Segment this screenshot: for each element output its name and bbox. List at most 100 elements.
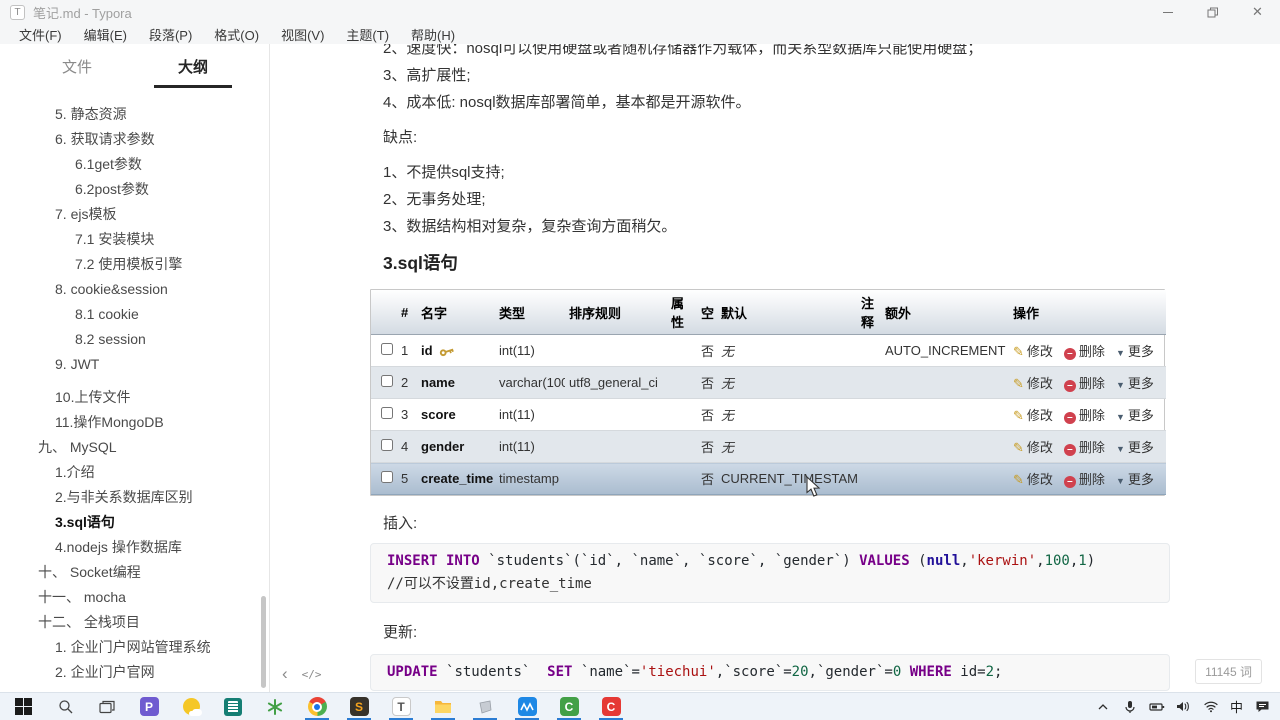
weather-icon xyxy=(182,698,202,716)
windows-logo-icon xyxy=(14,698,32,715)
code-line: UPDATE `students` SET `name`='tiechui',`… xyxy=(387,664,1003,680)
outline-item[interactable]: 11.操作MongoDB xyxy=(0,410,269,435)
outline-item[interactable]: 7.2 使用模板引擎 xyxy=(0,252,269,277)
outline-item[interactable]: 9. JWT xyxy=(0,352,269,377)
tray-expand-button[interactable] xyxy=(1095,703,1111,711)
more-link: 更多 xyxy=(1127,408,1154,423)
outline-item[interactable]: 十、 Socket编程 xyxy=(0,560,269,585)
outline-item[interactable]: 十二、 全栈项目 xyxy=(0,610,269,635)
row-num: 2 xyxy=(397,366,417,399)
field-type: timestamp xyxy=(495,462,565,495)
col-header-extra: 额外 xyxy=(881,290,1009,335)
taskbar-app-explorer[interactable] xyxy=(422,693,464,720)
code-block-insert: INSERT INTO `students`(`id`, `name`, `sc… xyxy=(370,543,1170,603)
maximize-button[interactable] xyxy=(1190,0,1235,24)
more-link: 更多 xyxy=(1127,440,1154,455)
menu-format[interactable]: 格式(O) xyxy=(203,25,270,44)
row-checkbox xyxy=(381,439,393,451)
delete-link: 删除 xyxy=(1078,440,1105,455)
outline-item[interactable]: 7.1 安装模块 xyxy=(0,227,269,252)
taskbar-app-typora[interactable]: T xyxy=(380,693,422,720)
minimize-button[interactable] xyxy=(1145,0,1190,24)
menu-theme[interactable]: 主题(T) xyxy=(335,25,400,44)
edit-icon: ✎ xyxy=(1013,345,1024,360)
outline-item[interactable]: 6.1get参数 xyxy=(0,152,269,177)
taskbar-app-chrome[interactable] xyxy=(296,693,338,720)
menu-help[interactable]: 帮助(H) xyxy=(400,25,466,44)
chevron-up-icon xyxy=(1098,703,1108,709)
outline-item[interactable]: 10.上传文件 xyxy=(0,385,269,410)
field-extra xyxy=(881,430,1009,463)
taskbar-app-weather[interactable] xyxy=(170,693,212,720)
outline-item[interactable]: 8.2 session xyxy=(0,327,269,352)
field-default: CURRENT_TIMESTAMP xyxy=(717,462,857,495)
table-header-row: # 名字 类型 排序规则 属性 空 默认 注释 额外 操作 xyxy=(371,290,1166,335)
code-line: INSERT INTO `students`(`id`, `name`, `sc… xyxy=(387,553,1096,569)
outline-item[interactable]: 7. ejs模板 xyxy=(0,202,269,227)
sublime-icon: S xyxy=(349,697,369,716)
taskbar-app-gray[interactable] xyxy=(464,693,506,720)
tray-notifications[interactable] xyxy=(1254,700,1270,713)
taskbar-app-p[interactable]: P xyxy=(128,693,170,720)
field-null: 否 xyxy=(697,366,717,399)
taskbar-app-blue-wave[interactable] xyxy=(506,693,548,720)
taskbar: P S T C C 中 xyxy=(0,692,1280,720)
outline-item[interactable]: 5. 静态资源 xyxy=(0,102,269,127)
more-icon: ▼ xyxy=(1115,412,1125,422)
outline-item[interactable]: 1.介绍 xyxy=(0,460,269,485)
source-code-mode-icon[interactable]: </> xyxy=(302,668,322,681)
outline-item[interactable]: 8.1 cookie xyxy=(0,302,269,327)
taskbar-app-green-c[interactable]: C xyxy=(548,693,590,720)
taskbar-search-button[interactable] xyxy=(44,693,86,720)
close-button[interactable]: ✕ xyxy=(1235,0,1280,24)
menu-bar: 文件(F) 编辑(E) 段落(P) 格式(O) 视图(V) 主题(T) 帮助(H… xyxy=(0,24,1280,44)
field-type: int(11) xyxy=(495,334,565,367)
sidebar-scrollbar[interactable] xyxy=(261,596,266,688)
taskbar-app-notes[interactable] xyxy=(212,693,254,720)
menu-edit[interactable]: 编辑(E) xyxy=(73,25,138,44)
task-view-icon xyxy=(99,700,115,713)
delete-link: 删除 xyxy=(1078,408,1105,423)
outline-item[interactable]: 6. 获取请求参数 xyxy=(0,127,269,152)
field-collation: utf8_general_ci xyxy=(565,366,667,399)
menu-view[interactable]: 视图(V) xyxy=(270,25,335,44)
ime-indicator[interactable]: 中 xyxy=(1230,697,1243,716)
table-row: 2 name varchar(100) utf8_general_ci 否 无 … xyxy=(371,366,1166,399)
taskbar-app-flower[interactable] xyxy=(254,693,296,720)
field-collation xyxy=(565,398,667,431)
sidebar-toggle-icon[interactable]: ‹ xyxy=(282,664,288,684)
more-icon: ▼ xyxy=(1115,380,1125,390)
green-c-app-icon: C xyxy=(559,697,579,716)
task-view-button[interactable] xyxy=(86,693,128,720)
col-header-num: # xyxy=(397,290,417,335)
outline-item-current[interactable]: 3.sql语句 xyxy=(0,510,269,535)
more-icon: ▼ xyxy=(1115,476,1125,486)
tab-outline[interactable]: 大纲 xyxy=(154,56,232,88)
outline-item[interactable]: 6.2post参数 xyxy=(0,177,269,202)
tray-battery[interactable] xyxy=(1149,701,1165,713)
outline-item[interactable]: 九、 MySQL xyxy=(0,435,269,460)
code-block-update: UPDATE `students` SET `name`='tiechui',`… xyxy=(370,654,1170,691)
row-num: 1 xyxy=(397,334,417,367)
mouse-cursor xyxy=(806,476,821,497)
outline-item[interactable]: 1. 企业门户网站管理系统 xyxy=(0,635,269,660)
field-collation xyxy=(565,462,667,495)
outline-item[interactable]: 十一、 mocha xyxy=(0,585,269,610)
tab-files[interactable]: 文件 xyxy=(38,56,116,88)
outline-item[interactable]: 4.nodejs 操作数据库 xyxy=(0,535,269,560)
outline-item[interactable]: 2. 企业门户官网 xyxy=(0,660,269,685)
field-extra xyxy=(881,462,1009,495)
tray-microphone[interactable] xyxy=(1122,700,1138,714)
field-null: 否 xyxy=(697,398,717,431)
outline-item[interactable]: 8. cookie&session xyxy=(0,277,269,302)
taskbar-app-red-c[interactable]: C xyxy=(590,693,632,720)
delete-link: 删除 xyxy=(1078,472,1105,487)
menu-file[interactable]: 文件(F) xyxy=(8,25,73,44)
menu-paragraph[interactable]: 段落(P) xyxy=(138,25,203,44)
field-name: name xyxy=(421,375,455,390)
start-button[interactable] xyxy=(2,693,44,720)
outline-item[interactable]: 2.与非关系数据库区别 xyxy=(0,485,269,510)
taskbar-app-sublime[interactable]: S xyxy=(338,693,380,720)
tray-wifi[interactable] xyxy=(1203,700,1219,713)
tray-volume[interactable] xyxy=(1176,700,1192,713)
